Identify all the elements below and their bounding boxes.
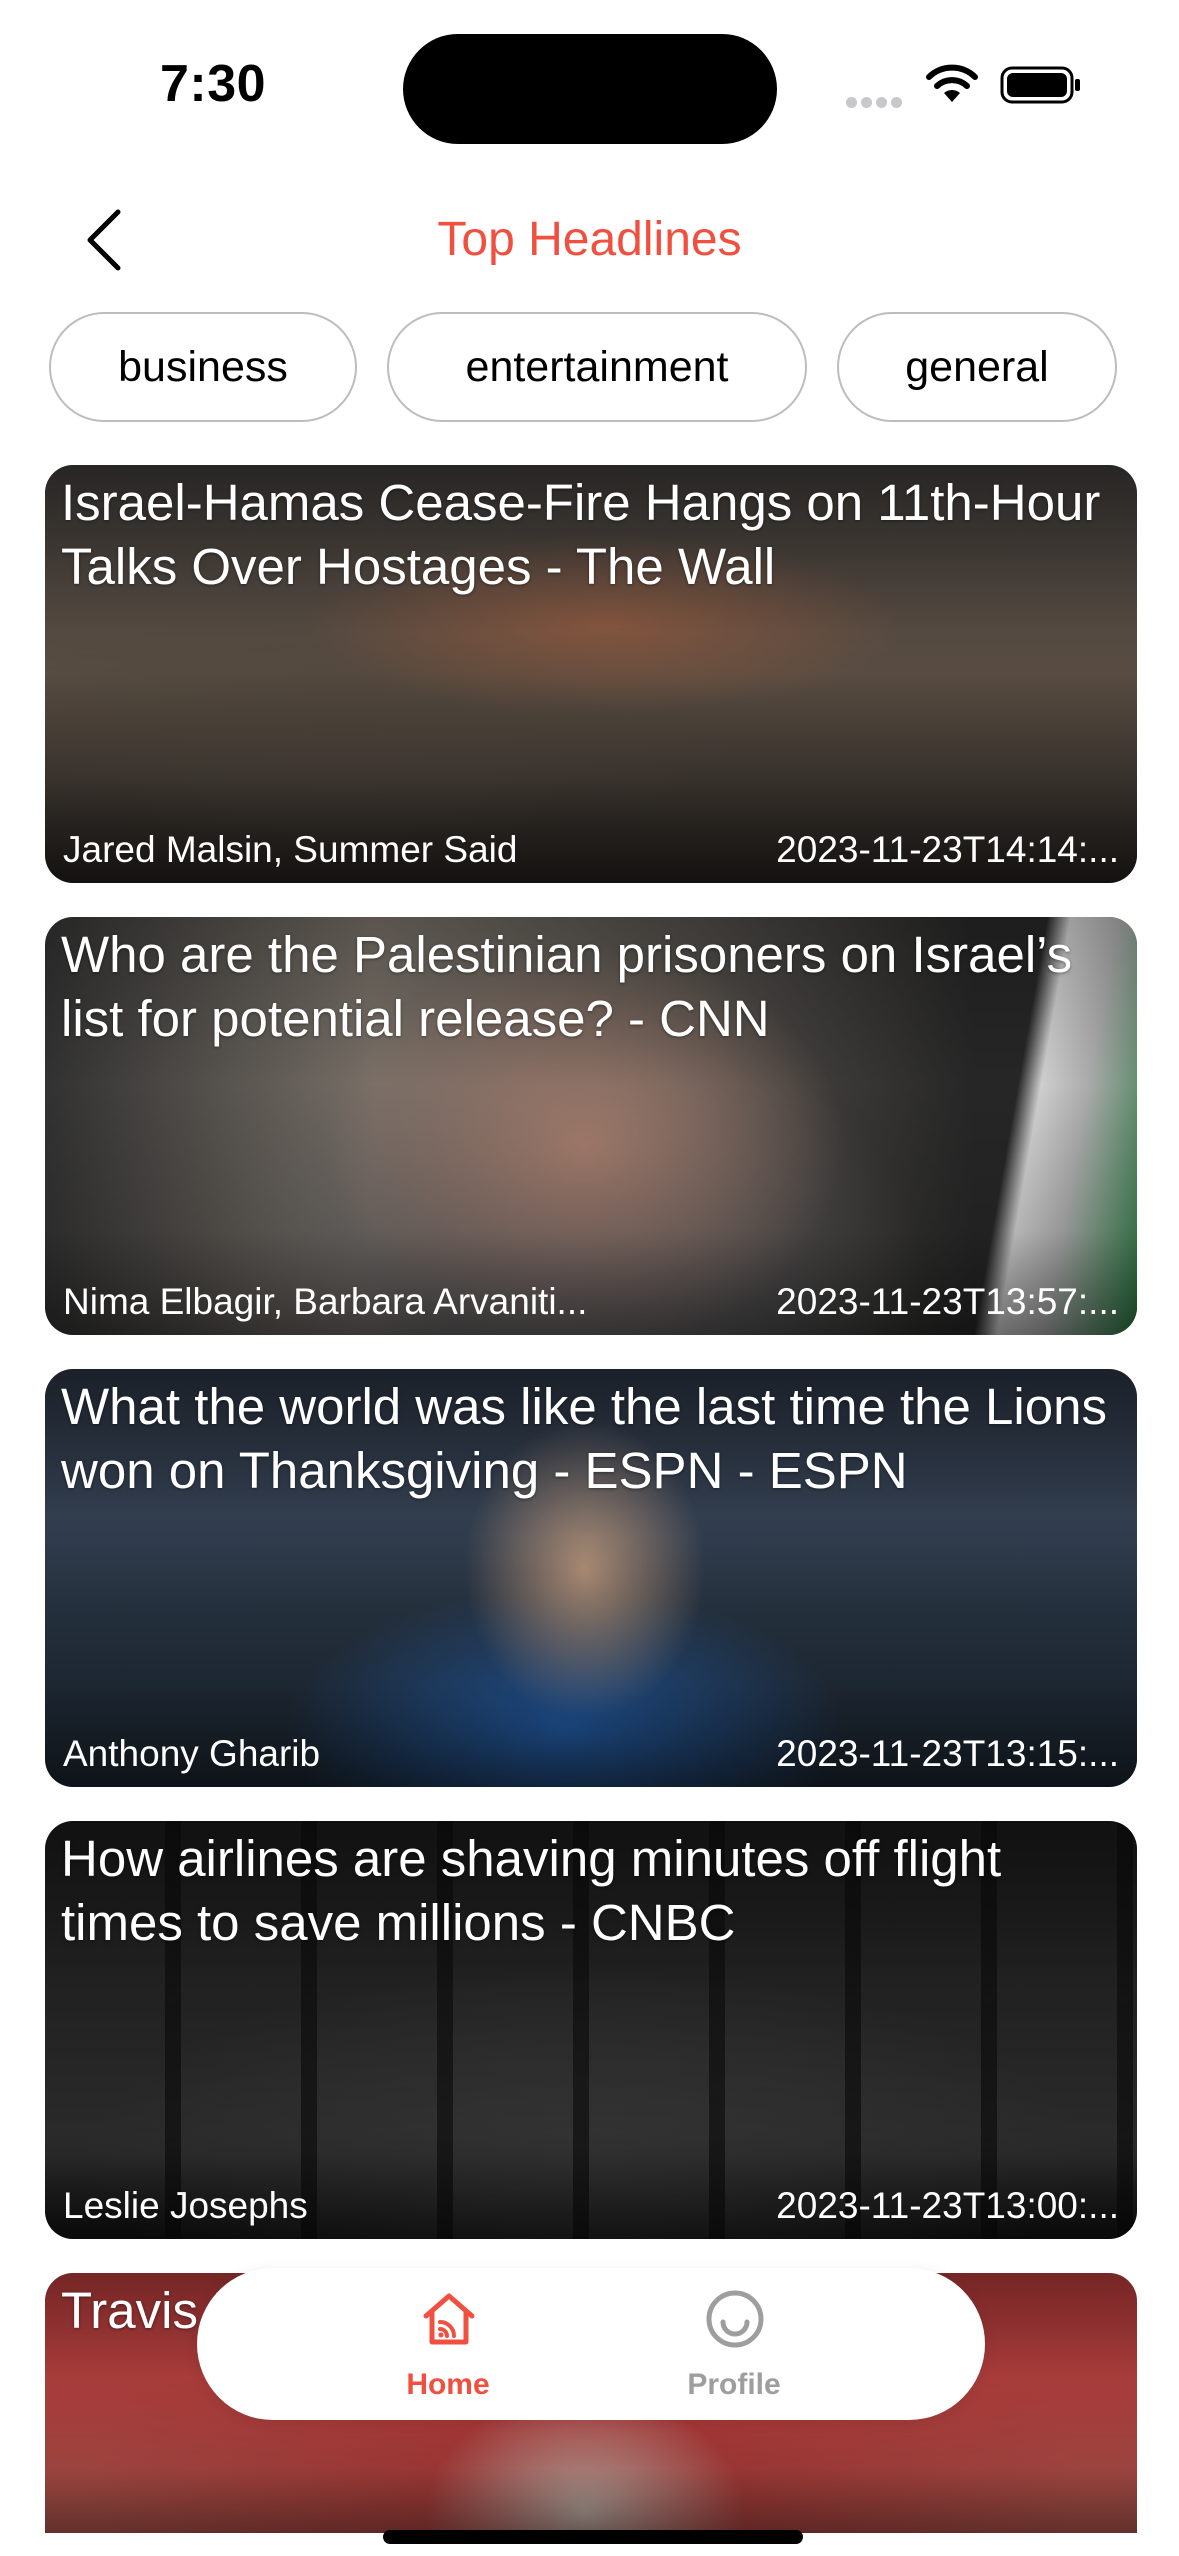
dynamic-island (403, 34, 777, 144)
article-author: Nima Elbagir, Barbara Arvaniti... (63, 1281, 588, 1322)
home-rss-icon (423, 2293, 475, 2345)
article-date: 2023-11-23T14:14:... (776, 829, 1119, 870)
article-title: Who are the Palestinian prisoners on Isr… (61, 926, 1073, 1047)
tab-profile-label: Profile (687, 2368, 781, 2401)
article-author: Anthony Gharib (63, 1733, 321, 1774)
article-card[interactable]: Israel-Hamas Cease-Fire Hangs on 11th-Ho… (45, 465, 1137, 883)
category-chip-entertainment[interactable]: entertainment (387, 312, 807, 422)
article-author: Leslie Josephs (63, 2185, 308, 2226)
smiley-face-icon (706, 2290, 764, 2348)
page-title: Top Headlines (437, 213, 742, 266)
status-bar: 7:30 (0, 0, 1179, 170)
article-card[interactable]: What the world was like the last time th… (45, 1369, 1137, 1787)
wifi-icon (926, 64, 978, 102)
status-time: 7:30 (160, 55, 267, 113)
article-title: How airlines are shaving minutes off fli… (61, 1830, 1002, 1951)
category-chip-general[interactable]: general (837, 312, 1117, 422)
battery-icon (1000, 66, 1080, 104)
tab-home-label: Home (406, 2368, 490, 2401)
article-title: Israel-Hamas Cease-Fire Hangs on 11th-Ho… (61, 474, 1101, 595)
tab-bar: Home Profile (197, 2268, 985, 2420)
navigation-bar: Top Headlines (0, 190, 1179, 290)
article-card[interactable]: How airlines are shaving minutes off fli… (45, 1821, 1137, 2239)
article-card[interactable]: Who are the Palestinian prisoners on Isr… (45, 917, 1137, 1335)
tab-home[interactable]: Home (338, 2268, 558, 2420)
article-date: 2023-11-23T13:57:... (776, 1281, 1119, 1322)
cellular-signal-icon (846, 95, 906, 108)
article-title: What the world was like the last time th… (61, 1378, 1107, 1499)
article-date: 2023-11-23T13:15:... (776, 1733, 1119, 1774)
tab-profile[interactable]: Profile (624, 2268, 844, 2420)
home-indicator (383, 2530, 803, 2544)
category-filter-bar: business entertainment general (0, 310, 1179, 426)
article-author: Jared Malsin, Summer Said (63, 829, 518, 870)
article-date: 2023-11-23T13:00:... (776, 2185, 1119, 2226)
category-chip-business[interactable]: business (49, 312, 357, 422)
